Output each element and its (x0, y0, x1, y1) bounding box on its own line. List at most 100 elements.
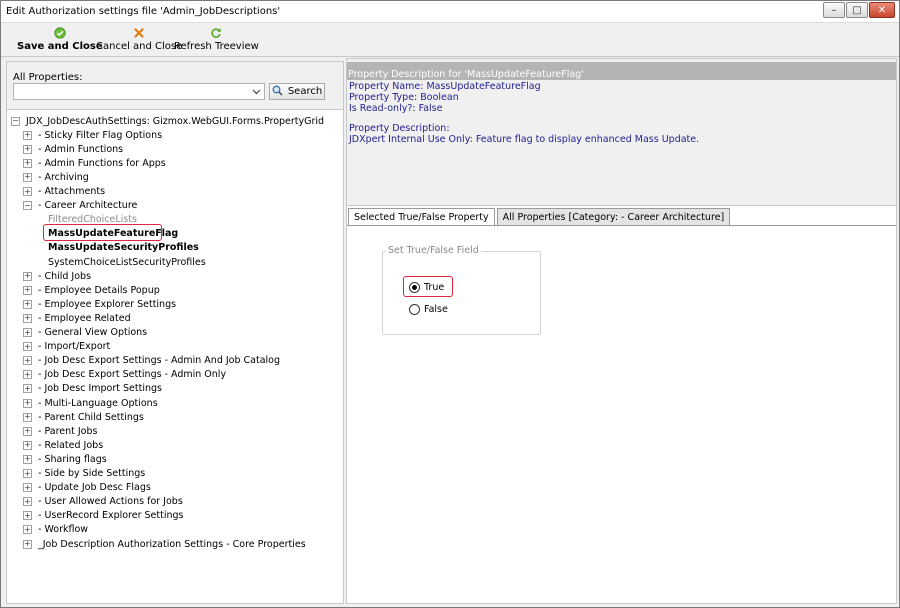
expand-icon[interactable]: + (23, 187, 32, 196)
tree-item-label: - Sticky Filter Flag Options (38, 129, 163, 141)
expand-icon[interactable]: + (23, 539, 32, 549)
expand-icon[interactable]: + (23, 172, 32, 182)
tree-item-label: - Job Desc Export Settings - Admin And J… (38, 355, 281, 367)
tree-item[interactable]: + - Child Jobs (23, 269, 91, 283)
tree-child-item[interactable]: SystemChoiceListSecurityProfiles (48, 255, 206, 269)
expand-icon[interactable]: + (23, 299, 32, 309)
tree-item-label: - Career Architecture (38, 200, 138, 212)
expand-icon[interactable]: + (23, 497, 32, 507)
tree-item[interactable]: + - UserRecord Explorer Settings (23, 509, 183, 523)
true-false-group: Set True/False Field True False (382, 245, 541, 335)
tree-item[interactable]: + - Employee Details Popup (23, 283, 160, 297)
tree-item-label: _Job Description Authorization Settings … (38, 538, 306, 550)
tree-item-label: - Admin Functions (38, 143, 124, 155)
expand-icon[interactable]: + (23, 271, 32, 281)
expand-icon[interactable]: + (23, 483, 32, 493)
expand-icon[interactable]: + (23, 469, 32, 478)
collapse-icon[interactable]: − (11, 116, 20, 126)
expand-icon[interactable]: + (23, 384, 32, 394)
tree-item[interactable]: + - Parent Jobs (23, 424, 97, 438)
close-button[interactable]: ✕ (869, 2, 895, 18)
all-properties-combo[interactable] (13, 83, 265, 100)
tree-item[interactable]: + - Related Jobs (23, 438, 103, 452)
refresh-icon (210, 27, 222, 39)
tree-item-label: - Attachments (38, 186, 106, 197)
tree-item[interactable]: + - Parent Child Settings (23, 410, 144, 424)
tree-item[interactable]: + - Job Desc Import Settings (23, 382, 162, 396)
expand-icon[interactable]: + (23, 285, 32, 295)
radio-false[interactable]: False (409, 304, 448, 315)
tree-item-label: - Multi-Language Options (38, 397, 158, 409)
expand-icon[interactable]: + (23, 144, 32, 154)
tree-item-label: - Employee Explorer Settings (38, 298, 177, 310)
search-button[interactable]: Search (269, 83, 325, 100)
tree-item-label: - Job Desc Import Settings (38, 383, 162, 395)
tree-item-label: - User Allowed Actions for Jobs (38, 496, 183, 508)
title-bar: Edit Authorization settings file 'Admin_… (1, 1, 899, 23)
expand-icon[interactable]: + (23, 130, 32, 140)
edit-authorization-window: Edit Authorization settings file 'Admin_… (0, 0, 900, 608)
property-name-line: Property Name: MassUpdateFeatureFlag (349, 81, 541, 92)
property-detail-pane: Property Description for 'MassUpdateFeat… (346, 58, 897, 604)
tree-item-label: - Import/Export (38, 341, 111, 353)
refresh-treeview-button[interactable]: Refresh Treeview (174, 27, 259, 52)
tree-root[interactable]: − JDX_JobDescAuthSettings: Gizmox.WebGUI.… (11, 114, 324, 128)
tree-item[interactable]: + - Admin Functions for Apps (23, 156, 166, 170)
tree-item[interactable]: + - Workflow (23, 523, 88, 537)
tree-item[interactable]: + - Import/Export (23, 340, 110, 354)
tree-item[interactable]: + - Sticky Filter Flag Options (23, 128, 162, 142)
tree-item[interactable]: + - Sharing flags (23, 452, 107, 466)
tree-item[interactable]: + _Job Description Authorization Settings… (23, 537, 306, 551)
expand-icon[interactable]: + (23, 511, 32, 521)
expand-icon[interactable]: + (23, 454, 32, 464)
tree-item-label: - Admin Functions for Apps (38, 157, 166, 169)
search-label: Search (287, 86, 323, 97)
tree-item[interactable]: + - General View Options (23, 326, 147, 340)
cancel-and-close-button[interactable]: Cancel and Close (96, 27, 182, 52)
tree-item[interactable]: + - Update Job Desc Flags (23, 481, 151, 495)
radio-false-indicator[interactable] (409, 304, 420, 315)
expand-icon[interactable]: + (23, 313, 32, 323)
all-properties-area: All Properties: Search (7, 62, 343, 110)
tab-content: Set True/False Field True False (347, 225, 896, 603)
tree-item[interactable]: + - Side by Side Settings (23, 467, 145, 481)
maximize-button[interactable]: □ (846, 2, 868, 18)
tree-item-label: JDX_JobDescAuthSettings: Gizmox.WebGUI.F… (26, 115, 325, 127)
tree-item[interactable]: − - Career Architecture (23, 199, 137, 213)
tree-item-label: - Sharing flags (38, 453, 107, 465)
expand-icon[interactable]: + (23, 342, 32, 352)
expand-icon[interactable]: + (23, 525, 32, 535)
tree-item[interactable]: + - User Allowed Actions for Jobs (23, 495, 183, 509)
tree-item[interactable]: + - Employee Explorer Settings (23, 297, 176, 311)
expand-icon[interactable]: + (23, 158, 32, 168)
expand-icon[interactable]: + (23, 440, 32, 450)
minimize-button[interactable]: – (823, 2, 845, 18)
expand-icon[interactable]: + (23, 328, 32, 337)
expand-icon[interactable]: + (23, 412, 32, 422)
check-circle-icon (54, 27, 66, 39)
tree-item-label: MassUpdateSecurityProfiles (48, 242, 199, 254)
expand-icon[interactable]: + (23, 370, 32, 380)
tab-all-properties[interactable]: All Properties [Category: - Career Archi… (496, 208, 731, 226)
save-and-close-button[interactable]: Save and Close (17, 27, 103, 52)
expand-icon[interactable]: + (23, 398, 32, 408)
expand-icon[interactable]: + (23, 426, 32, 436)
window-controls: – □ ✕ (822, 2, 895, 18)
property-tabs: Selected True/False Property All Propert… (348, 208, 732, 226)
tree-item[interactable]: + - Admin Functions (23, 142, 123, 156)
tree-item[interactable]: + - Job Desc Export Settings - Admin And … (23, 354, 280, 368)
tab-selected-true-false[interactable]: Selected True/False Property (348, 208, 495, 226)
collapse-icon[interactable]: − (23, 201, 32, 211)
tree-child-item[interactable]: MassUpdateSecurityProfiles (48, 241, 199, 255)
chevron-down-icon[interactable] (252, 87, 261, 99)
expand-icon[interactable]: + (23, 356, 32, 366)
toolbar: Save and Close Cancel and Close Refresh … (1, 24, 899, 57)
close-icon: ✕ (877, 4, 887, 16)
tree-item[interactable]: + - Employee Related (23, 311, 131, 325)
tree-item[interactable]: + - Attachments (23, 185, 105, 199)
tree-item[interactable]: + - Job Desc Export Settings - Admin Only (23, 368, 226, 382)
tree-item-label: - Parent Jobs (38, 425, 98, 437)
tree-item[interactable]: + - Archiving (23, 170, 89, 184)
maximize-icon: □ (852, 4, 862, 16)
tree-item[interactable]: + - Multi-Language Options (23, 396, 158, 410)
